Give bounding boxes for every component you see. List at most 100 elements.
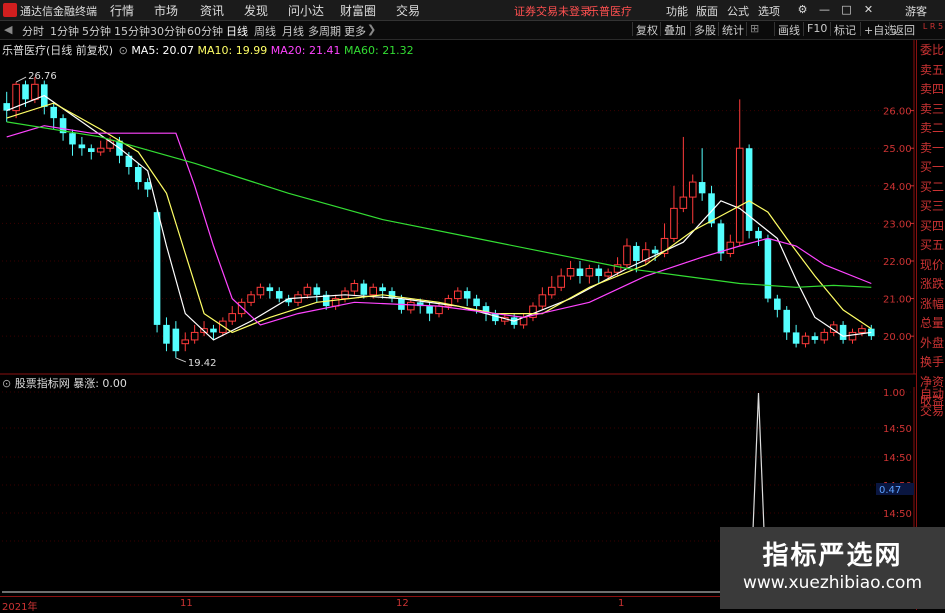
candle-body-down bbox=[792, 332, 800, 344]
candle-body-up bbox=[369, 286, 378, 296]
statistics-button[interactable]: 统计 bbox=[718, 22, 747, 37]
candle-body-up bbox=[547, 286, 556, 296]
period-tab-monthly[interactable]: 月线 bbox=[282, 23, 304, 39]
candlestick-chart[interactable]: 26.00 25.00 24.00 23.00 22.00 21.00 20.00 26.76… bbox=[0, 40, 916, 412]
side-item[interactable]: 换手 bbox=[919, 355, 945, 370]
sub-marker-label: 0.47 bbox=[879, 485, 901, 496]
candle-body-down bbox=[755, 230, 762, 239]
side-item[interactable]: 卖一 bbox=[919, 141, 945, 156]
candle-body-up bbox=[557, 275, 565, 288]
candle-body-up bbox=[181, 339, 190, 345]
price-tick-label: 20.00 bbox=[883, 332, 912, 343]
menu-trade[interactable]: 交易 bbox=[396, 2, 420, 19]
period-tab-timeshare[interactable]: 分时 bbox=[22, 23, 44, 39]
period-tab-daily[interactable]: 日线 bbox=[226, 23, 248, 39]
side-item[interactable]: 卖二 bbox=[919, 121, 945, 136]
trade-login-notice[interactable]: 证券交易未登录 bbox=[514, 3, 591, 19]
f10-button[interactable]: F10 bbox=[803, 22, 830, 36]
toolbar-left-arrow-icon[interactable]: ◀ bbox=[4, 23, 12, 36]
sub-tick-label: 14:50 bbox=[883, 509, 912, 520]
candle-body-down bbox=[69, 133, 76, 145]
candle-body-down bbox=[698, 182, 706, 194]
period-tab-1min[interactable]: 1分钟 bbox=[50, 23, 79, 39]
side-item[interactable]: 买四 bbox=[919, 219, 945, 234]
candle-body-down bbox=[651, 249, 659, 254]
candle-body-down bbox=[87, 148, 95, 152]
side-item[interactable]: 买三 bbox=[919, 199, 945, 214]
candle-body-up bbox=[256, 286, 265, 296]
low-price-label: 19.42 bbox=[188, 358, 217, 369]
ruler-icon[interactable]: ⊞ bbox=[746, 22, 762, 36]
draw-line-button[interactable]: 画线 bbox=[774, 22, 803, 37]
side-item[interactable]: 总量 bbox=[919, 316, 945, 331]
candle-body-up bbox=[454, 290, 462, 300]
side-item[interactable]: 委比 bbox=[919, 43, 945, 58]
period-tab-multi[interactable]: 多周期 bbox=[308, 23, 341, 39]
side-item[interactable]: 买五 bbox=[919, 238, 945, 253]
side-lower-item[interactable]: 自动 bbox=[919, 387, 945, 402]
candle-body-down bbox=[78, 144, 86, 149]
period-tab-weekly[interactable]: 周线 bbox=[254, 23, 276, 39]
price-tick-label: 23.00 bbox=[883, 219, 912, 230]
candle-body-up bbox=[604, 271, 612, 277]
candle-body-up bbox=[688, 181, 697, 198]
mark-button[interactable]: 标记 bbox=[830, 22, 859, 37]
candle-body-up bbox=[566, 268, 575, 277]
side-item[interactable]: 卖五 bbox=[919, 63, 945, 78]
candle-body-up bbox=[190, 331, 199, 341]
menu-market[interactable]: 市场 bbox=[154, 2, 178, 19]
guest-label[interactable]: 游客 bbox=[905, 3, 927, 19]
return-button[interactable]: 返回 bbox=[889, 22, 918, 37]
side-item[interactable]: 涨跌 bbox=[919, 277, 945, 292]
adjust-button[interactable]: 复权 bbox=[632, 22, 661, 37]
side-item[interactable]: 买二 bbox=[919, 180, 945, 195]
side-item[interactable]: 涨幅 bbox=[919, 297, 945, 312]
candle-body-down bbox=[576, 268, 584, 277]
more-arrow-icon[interactable]: ❯ bbox=[367, 23, 376, 36]
candle-body-down bbox=[426, 306, 433, 314]
side-item[interactable]: 卖三 bbox=[919, 102, 945, 117]
period-tab-5min[interactable]: 5分钟 bbox=[82, 23, 111, 39]
candle-body-down bbox=[463, 291, 471, 299]
candle-body-up bbox=[623, 245, 631, 266]
menu-quotes[interactable]: 行情 bbox=[110, 2, 134, 19]
candle-body-down bbox=[633, 245, 640, 261]
side-item[interactable]: 卖四 bbox=[919, 82, 945, 97]
multi-stock-button[interactable]: 多股 bbox=[690, 22, 719, 37]
period-tab-60min[interactable]: 60分钟 bbox=[187, 23, 223, 39]
side-lower-item[interactable]: 交易 bbox=[919, 404, 945, 419]
candle-body-up bbox=[96, 147, 105, 153]
period-tab-more[interactable]: 更多 bbox=[344, 23, 366, 39]
menu-function[interactable]: 功能 bbox=[666, 3, 688, 19]
settings-icon[interactable]: ⚙ bbox=[796, 3, 809, 16]
menu-discover[interactable]: 发现 bbox=[244, 2, 268, 19]
minimize-icon[interactable]: — bbox=[818, 3, 831, 16]
candle-body-down bbox=[266, 287, 274, 292]
price-tick-label: 21.00 bbox=[883, 295, 912, 306]
candle-body-down bbox=[313, 287, 321, 295]
price-tick-label: 26.00 bbox=[883, 107, 912, 118]
candle-body-up bbox=[858, 328, 866, 333]
side-item[interactable]: 买一 bbox=[919, 160, 945, 175]
title-bar: 通达信金融终端 行情 市场 资讯 发现 问小达 财富圈 交易 证券交易未登录 乐… bbox=[0, 0, 945, 21]
menu-options[interactable]: 选项 bbox=[758, 3, 780, 19]
candle-body-down bbox=[144, 182, 151, 190]
overlay-button[interactable]: 叠加 bbox=[660, 22, 689, 37]
candle-body-down bbox=[153, 212, 161, 325]
candle-body-up bbox=[350, 283, 359, 292]
high-pointer bbox=[15, 76, 27, 83]
menu-wealth[interactable]: 财富圈 bbox=[340, 2, 376, 19]
close-icon[interactable]: ✕ bbox=[862, 3, 875, 16]
side-item[interactable]: 外盘 bbox=[919, 336, 945, 351]
maximize-icon[interactable]: □ bbox=[840, 3, 853, 16]
menu-formula[interactable]: 公式 bbox=[727, 3, 749, 19]
menu-ask[interactable]: 问小达 bbox=[288, 2, 324, 19]
price-tick-label: 22.00 bbox=[883, 257, 912, 268]
side-item[interactable]: 现价 bbox=[919, 258, 945, 273]
candle-body-up bbox=[585, 268, 594, 277]
menu-news[interactable]: 资讯 bbox=[200, 2, 224, 19]
date-label-2021: 2021年 bbox=[2, 602, 38, 613]
period-tab-15min[interactable]: 15分钟 bbox=[114, 23, 150, 39]
menu-layout[interactable]: 版面 bbox=[696, 3, 718, 19]
period-tab-30min[interactable]: 30分钟 bbox=[150, 23, 186, 39]
